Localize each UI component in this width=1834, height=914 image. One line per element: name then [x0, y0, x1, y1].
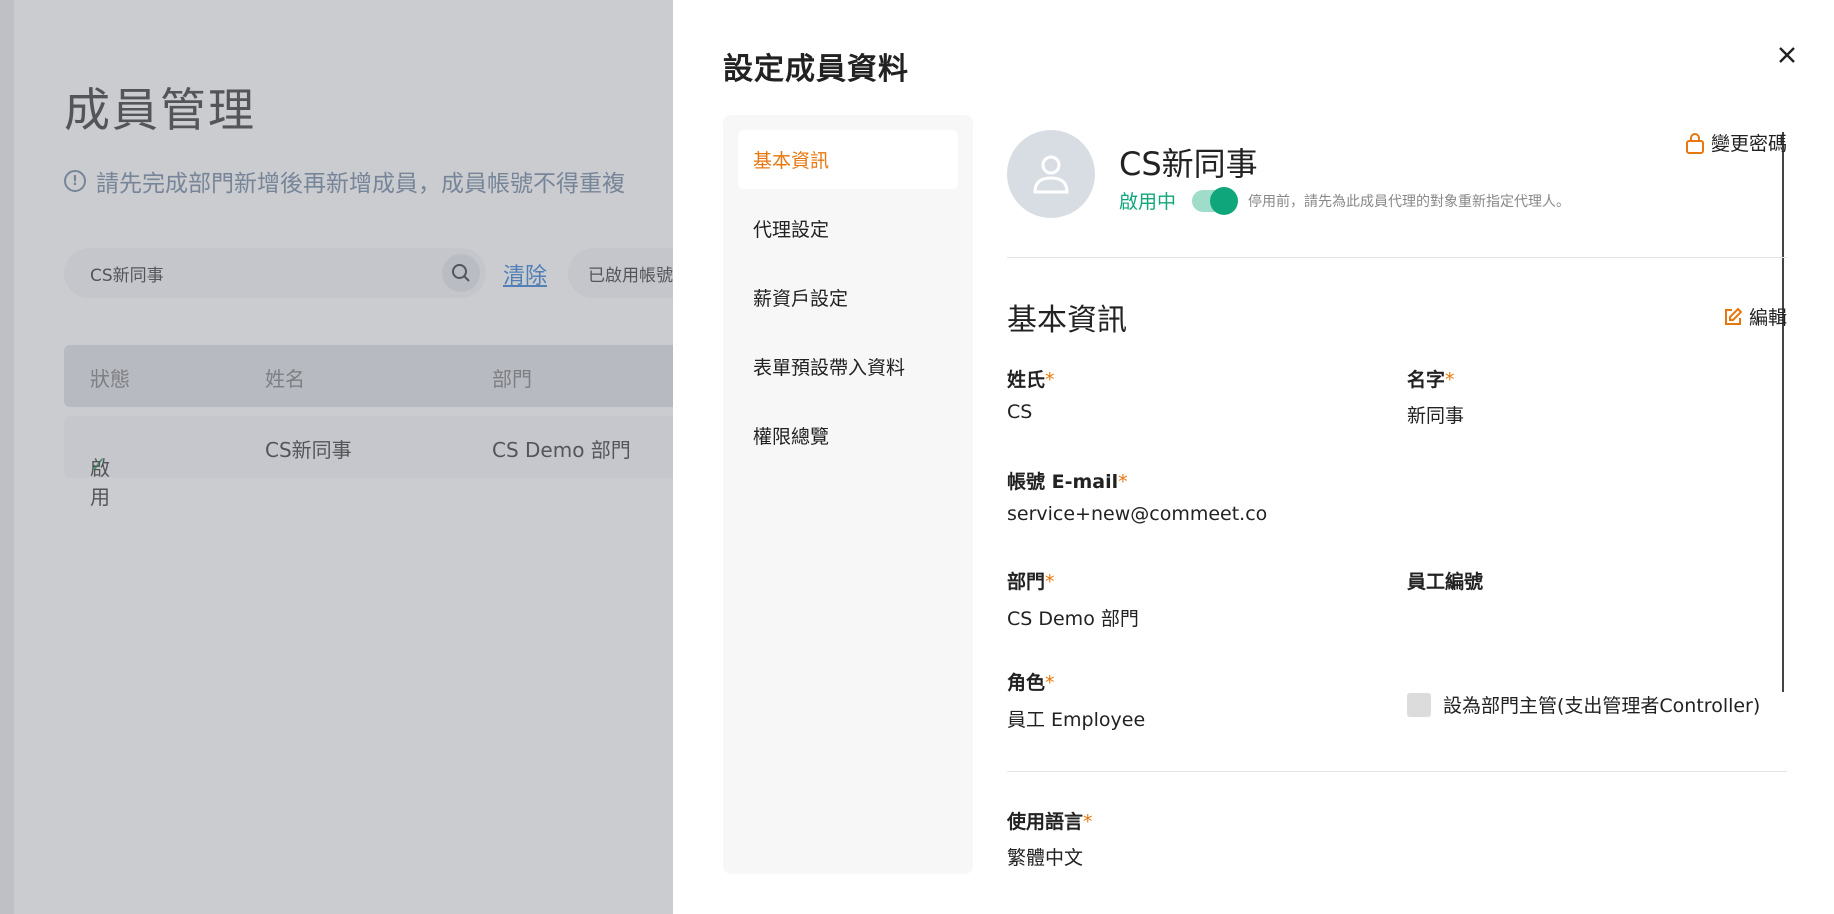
close-button[interactable] [1772, 40, 1802, 70]
last-name-label: 姓氏* [1007, 369, 1055, 391]
member-name: CS新同事 [1119, 145, 1258, 183]
lock-icon [1685, 132, 1704, 154]
role-value: 員工 Employee [1007, 709, 1146, 731]
toggle-knob [1210, 186, 1239, 215]
close-icon [1779, 47, 1795, 63]
nav-item-delegate-settings[interactable]: 代理設定 [738, 199, 958, 258]
employee-id-label: 員工編號 [1407, 571, 1484, 593]
drawer-title: 設定成員資料 [723, 52, 909, 87]
divider [1007, 771, 1787, 772]
first-name-label: 名字* [1407, 369, 1455, 391]
nav-item-form-defaults[interactable]: 表單預設帶入資料 [738, 337, 958, 396]
change-password-label: 變更密碼 [1710, 133, 1787, 155]
language-value: 繁體中文 [1007, 847, 1084, 869]
nav-item-basic-info[interactable]: 基本資訊 [738, 130, 958, 189]
drawer-side-nav: 基本資訊 代理設定 薪資戶設定 表單預設帶入資料 權限總覽 [723, 115, 973, 874]
status-row: 啟用中 停用前，請先為此成員代理的對象重新指定代理人。 [1119, 186, 1571, 215]
department-manager-option: 設為部門主管(支出管理者Controller) [1407, 691, 1760, 718]
department-manager-label: 設為部門主管(支出管理者Controller) [1443, 695, 1761, 717]
nav-item-payroll-account[interactable]: 薪資戶設定 [738, 268, 958, 327]
nav-item-permissions-overview[interactable]: 權限總覽 [738, 406, 958, 465]
edit-button[interactable]: 編輯 [1723, 303, 1787, 330]
edit-label: 編輯 [1748, 307, 1787, 329]
divider [1007, 257, 1787, 258]
change-password-button[interactable]: 變更密碼 [1685, 129, 1787, 156]
edit-icon [1724, 307, 1743, 325]
status-text: 啟用中 [1119, 191, 1177, 213]
user-icon [1033, 155, 1069, 194]
member-settings-drawer: 設定成員資料 基本資訊 代理設定 薪資戶設定 表單預設帶入資料 權限總覽 CS新… [673, 0, 1834, 914]
active-toggle[interactable] [1192, 186, 1239, 215]
department-manager-checkbox[interactable] [1407, 692, 1431, 717]
department-value: CS Demo 部門 [1007, 608, 1139, 630]
drawer-content: CS新同事 啟用中 停用前，請先為此成員代理的對象重新指定代理人。 變更密碼 基… [1007, 115, 1787, 914]
department-label: 部門* [1007, 571, 1055, 593]
modal-overlay[interactable] [0, 0, 673, 914]
email-label: 帳號 E-mail* [1007, 471, 1128, 493]
avatar [1007, 130, 1095, 218]
status-hint: 停用前，請先為此成員代理的對象重新指定代理人。 [1248, 193, 1571, 210]
role-label: 角色* [1007, 672, 1055, 694]
email-value: service+new@commeet.co [1007, 503, 1268, 525]
language-label: 使用語言* [1007, 811, 1093, 833]
last-name-value: CS [1007, 401, 1033, 423]
section-title: 基本資訊 [1007, 303, 1127, 338]
first-name-value: 新同事 [1407, 405, 1465, 427]
